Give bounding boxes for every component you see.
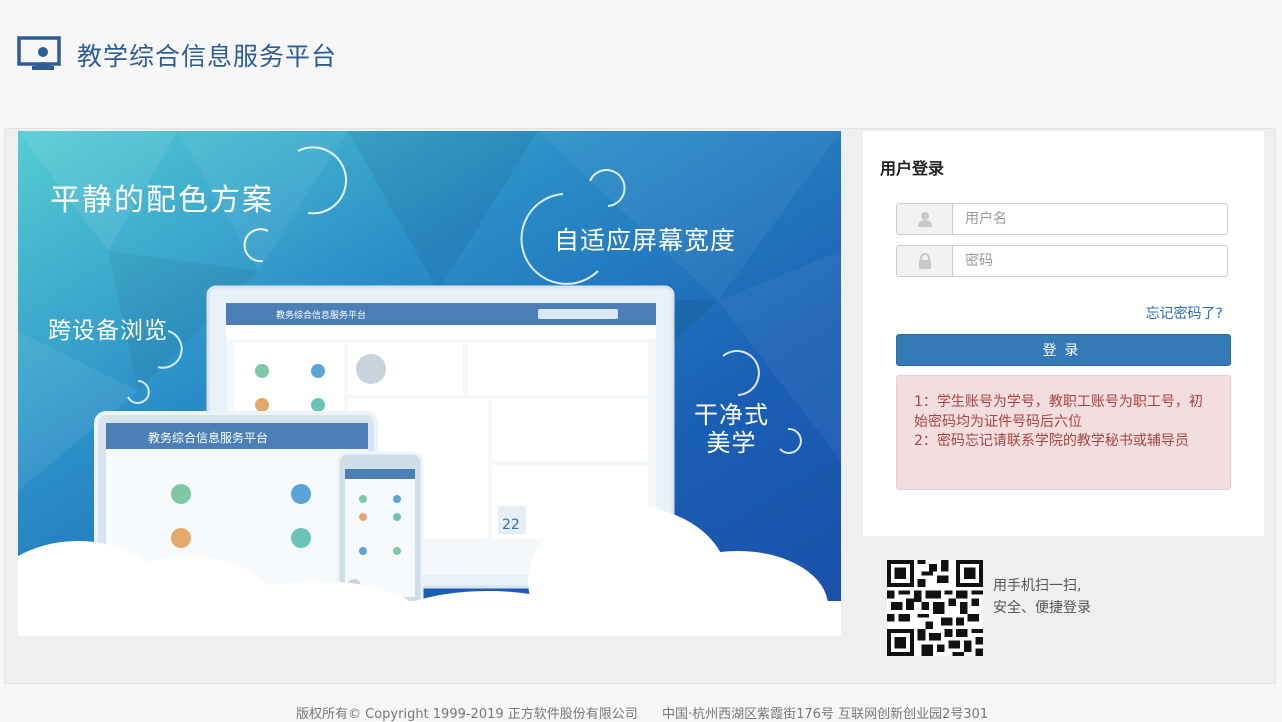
svg-text:教务综合信息服务平台: 教务综合信息服务平台 [148,430,268,445]
banner-tagline-devices: 跨设备浏览 [48,318,168,344]
forgot-password-link[interactable]: 忘记密码了? [1146,303,1223,323]
notice-line-2: 2：密码忘记请联系学院的教学秘书或辅导员 [914,433,1189,449]
qr-caption: 用手机扫一扫, 安全、便捷登录 [993,575,1091,619]
password-field[interactable] [896,245,1228,277]
banner-tagline-adaptive: 自适应屏幕宽度 [554,226,737,255]
qr-caption-line2: 安全、便捷登录 [993,600,1091,616]
user-icon [897,204,953,234]
qr-code-icon [887,560,983,656]
login-notice: 1：学生账号为学号，教职工账号为职工号，初始密码均为证件号码后六位 2：密码忘记… [896,375,1231,490]
svg-text:教务综合信息服务平台: 教务综合信息服务平台 [276,309,366,321]
username-field[interactable] [896,203,1228,235]
password-input[interactable] [953,246,1227,276]
qr-caption-line1: 用手机扫一扫, [993,578,1082,594]
notice-line-1: 1：学生账号为学号，教职工账号为职工号，初始密码均为证件号码后六位 [914,394,1203,430]
banner-tagline-clean: 干净式 美学 [694,401,769,457]
login-button[interactable]: 登录 [896,334,1231,366]
login-panel: 用户登录 忘记密码了? 登录 1：学生账号为学号，教职工账号为职工号，初始密码均… [863,131,1264,536]
banner-tagline-color: 平静的配色方案 [50,183,274,218]
login-title: 用户登录 [880,159,945,178]
promo-banner: 教务综合信息服务平台 22 教务综合信息服务平台 平静的配色方案 自适应屏幕宽度… [18,131,841,636]
banner-tagline-clean-line2: 美学 [706,429,757,457]
lock-icon [897,246,953,276]
username-input[interactable] [953,204,1227,234]
banner-tagline-clean-line1: 干净式 [694,401,769,429]
presenter-screen-icon [17,36,61,70]
site-title: 教学综合信息服务平台 [77,42,338,71]
page-header: 教学综合信息服务平台 [0,0,1282,108]
footer-address: 中国·杭州西湖区紫霞街176号 互联网创新创业园2号301 [662,707,989,722]
footer-copyright: 版权所有© Copyright 1999-2019 正方软件股份有限公司 [296,707,638,722]
svg-text:22: 22 [502,517,520,533]
